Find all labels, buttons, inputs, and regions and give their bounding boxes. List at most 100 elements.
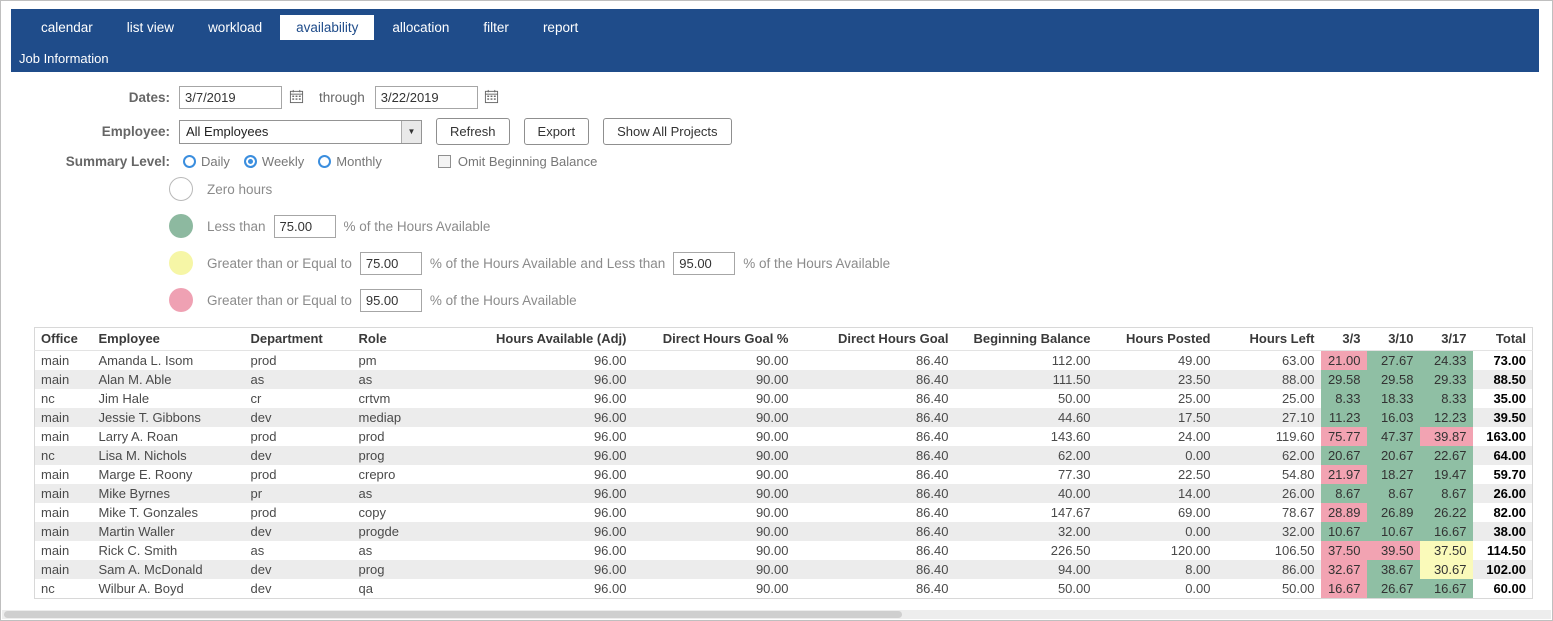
summary-option-weekly[interactable]: Weekly xyxy=(243,154,304,169)
summary-option-monthly[interactable]: Monthly xyxy=(318,154,382,169)
column-header: Role xyxy=(352,327,449,351)
cell-employee: Martin Waller xyxy=(92,522,245,541)
cell-direct-hours-goal: 86.40 xyxy=(794,370,955,389)
tab-report[interactable]: report xyxy=(527,15,594,40)
cell-direct-hours-goal-pct: 90.00 xyxy=(755,467,789,482)
table-row: nc Wilbur A. Boyd dev qa 96.00 90.00 86.40 50.0… xyxy=(35,579,1533,599)
cell-hours-posted: 120.00 xyxy=(1170,543,1211,558)
cell-week-3/17: 12.23 xyxy=(1419,408,1473,427)
radio-icon[interactable] xyxy=(318,155,332,168)
cell-office: main xyxy=(41,543,70,558)
cell-office: main xyxy=(41,429,70,444)
cell-department: as xyxy=(244,370,353,389)
cell-hours-posted: 22.50 xyxy=(1177,467,1211,482)
summary-option-daily[interactable]: Daily xyxy=(183,154,230,169)
availability-table-body: main Amanda L. Isom prod pm 96.00 90.00 86.40 1… xyxy=(34,350,1533,599)
cell-hours-available: 96.00 xyxy=(448,484,633,503)
cell-hours-posted: 0.00 xyxy=(1096,446,1217,465)
date-from-input[interactable] xyxy=(179,86,282,109)
date-from-calendar-button[interactable] xyxy=(285,87,307,109)
cell-total: 60.00 xyxy=(1493,581,1526,596)
cell-hours-posted: 0.00 xyxy=(1096,522,1217,541)
omit-beginning-balance-checkbox[interactable] xyxy=(437,155,451,168)
summary-level-row: Summary Level: Daily Weekly Monthly Omit B… xyxy=(11,154,1539,169)
cell-department: cr xyxy=(250,391,262,406)
cell-direct-hours-goal: 86.40 xyxy=(915,543,949,558)
omit-beginning-balance-option[interactable]: Omit Beginning Balance xyxy=(437,154,597,169)
column-header: 3/17 xyxy=(1419,327,1473,351)
date-to-calendar-button[interactable] xyxy=(481,87,503,109)
show-all-projects-button[interactable]: Show All Projects xyxy=(603,118,732,145)
column-header: Direct Hours Goal xyxy=(794,327,955,351)
cell-hours-posted: 24.00 xyxy=(1177,429,1211,444)
cell-employee: Lisa M. Nichols xyxy=(92,446,245,465)
horizontal-scrollbar[interactable] xyxy=(2,610,1551,619)
cell-direct-hours-goal-pct: 90.00 xyxy=(755,581,789,596)
tab-calendar[interactable]: calendar xyxy=(25,15,109,40)
tab-workload[interactable]: workload xyxy=(192,15,278,40)
scrollbar-thumb[interactable] xyxy=(4,611,903,618)
column-header: Employee xyxy=(92,327,245,351)
legend-between-low-input[interactable] xyxy=(359,251,422,275)
cell-beginning-balance: 226.50 xyxy=(1050,543,1091,558)
cell-hours-left: 78.67 xyxy=(1281,505,1315,520)
cell-beginning-balance: 111.50 xyxy=(954,370,1097,389)
legend-between-high-input[interactable] xyxy=(673,251,736,275)
calendar-icon xyxy=(289,89,304,107)
legend-less-than-prefix: Less than xyxy=(207,218,266,234)
legend-greater-equal-input[interactable] xyxy=(359,288,422,312)
table-row: main Marge E. Roony prod crepro 96.00 90.00 86… xyxy=(35,465,1533,484)
radio-icon[interactable] xyxy=(183,155,196,168)
cell-role: progde xyxy=(352,522,449,541)
job-information-link[interactable]: Job Information xyxy=(11,45,1539,72)
cell-week-3/3: 21.00 xyxy=(1320,350,1367,370)
legend-less-than-suffix: % of the Hours Available xyxy=(343,218,491,234)
cell-department: dev xyxy=(244,446,353,465)
cell-week-3/10: 26.67 xyxy=(1366,579,1420,599)
cell-total: 73.00 xyxy=(1493,353,1526,368)
cell-direct-hours-goal-pct: 90.00 xyxy=(632,370,795,389)
cell-total: 82.00 xyxy=(1493,505,1526,520)
table-row: nc Lisa M. Nichols dev prog 96.00 90.00 86.40 6… xyxy=(34,446,1533,465)
cell-hours-left: 62.00 xyxy=(1216,446,1321,465)
date-to-input[interactable] xyxy=(374,86,478,109)
cell-department: dev xyxy=(244,522,353,541)
cell-beginning-balance: 50.00 xyxy=(1057,391,1091,406)
cell-week-3/3: 20.67 xyxy=(1320,446,1367,465)
tab-allocation[interactable]: allocation xyxy=(376,15,465,40)
cell-direct-hours-goal: 86.40 xyxy=(794,484,955,503)
cell-office: nc xyxy=(41,581,55,596)
cell-role: as xyxy=(358,543,373,558)
refresh-button[interactable]: Refresh xyxy=(436,118,510,145)
cell-hours-available: 96.00 xyxy=(593,581,627,596)
radio-icon[interactable] xyxy=(243,155,257,168)
cell-week-3/3: 29.58 xyxy=(1320,370,1367,389)
cell-role: copy xyxy=(358,505,386,520)
export-button[interactable]: Export xyxy=(523,118,590,145)
tab-filter[interactable]: filter xyxy=(467,15,525,40)
cell-total: 64.00 xyxy=(1472,446,1533,465)
cell-week-3/10: 26.89 xyxy=(1366,503,1420,522)
legend-less-than-input[interactable] xyxy=(273,214,336,238)
cell-direct-hours-goal: 86.40 xyxy=(915,581,949,596)
table-row: main Martin Waller dev progde 96.00 90.00 86.4… xyxy=(34,522,1533,541)
legend-green-circle xyxy=(169,214,193,238)
chevron-down-icon[interactable]: ▼ xyxy=(401,120,421,143)
tab-list-view[interactable]: list view xyxy=(111,15,190,40)
cell-direct-hours-goal-pct: 90.00 xyxy=(632,522,795,541)
column-header: 3/3 xyxy=(1320,327,1367,351)
cell-direct-hours-goal: 86.40 xyxy=(794,408,955,427)
cell-direct-hours-goal: 86.40 xyxy=(794,522,955,541)
cell-role: as xyxy=(352,370,449,389)
cell-week-3/17: 29.33 xyxy=(1419,370,1473,389)
cell-direct-hours-goal-pct: 90.00 xyxy=(755,505,789,520)
cell-week-3/17: 24.33 xyxy=(1419,350,1473,370)
cell-hours-available: 96.00 xyxy=(448,560,633,579)
legend-less-than-row: Less than % of the Hours Available xyxy=(169,214,1539,238)
cell-week-3/10: 27.67 xyxy=(1366,350,1420,370)
employee-select[interactable]: All Employees ▼ xyxy=(179,119,422,144)
table-row: main Rick C. Smith as as 96.00 90.00 86.40 226.… xyxy=(35,541,1533,560)
table-row: main Larry A. Roan prod prod 96.00 90.00 86.40… xyxy=(35,427,1533,446)
tab-availability[interactable]: availability xyxy=(280,14,375,40)
cell-hours-posted: 17.50 xyxy=(1096,408,1217,427)
